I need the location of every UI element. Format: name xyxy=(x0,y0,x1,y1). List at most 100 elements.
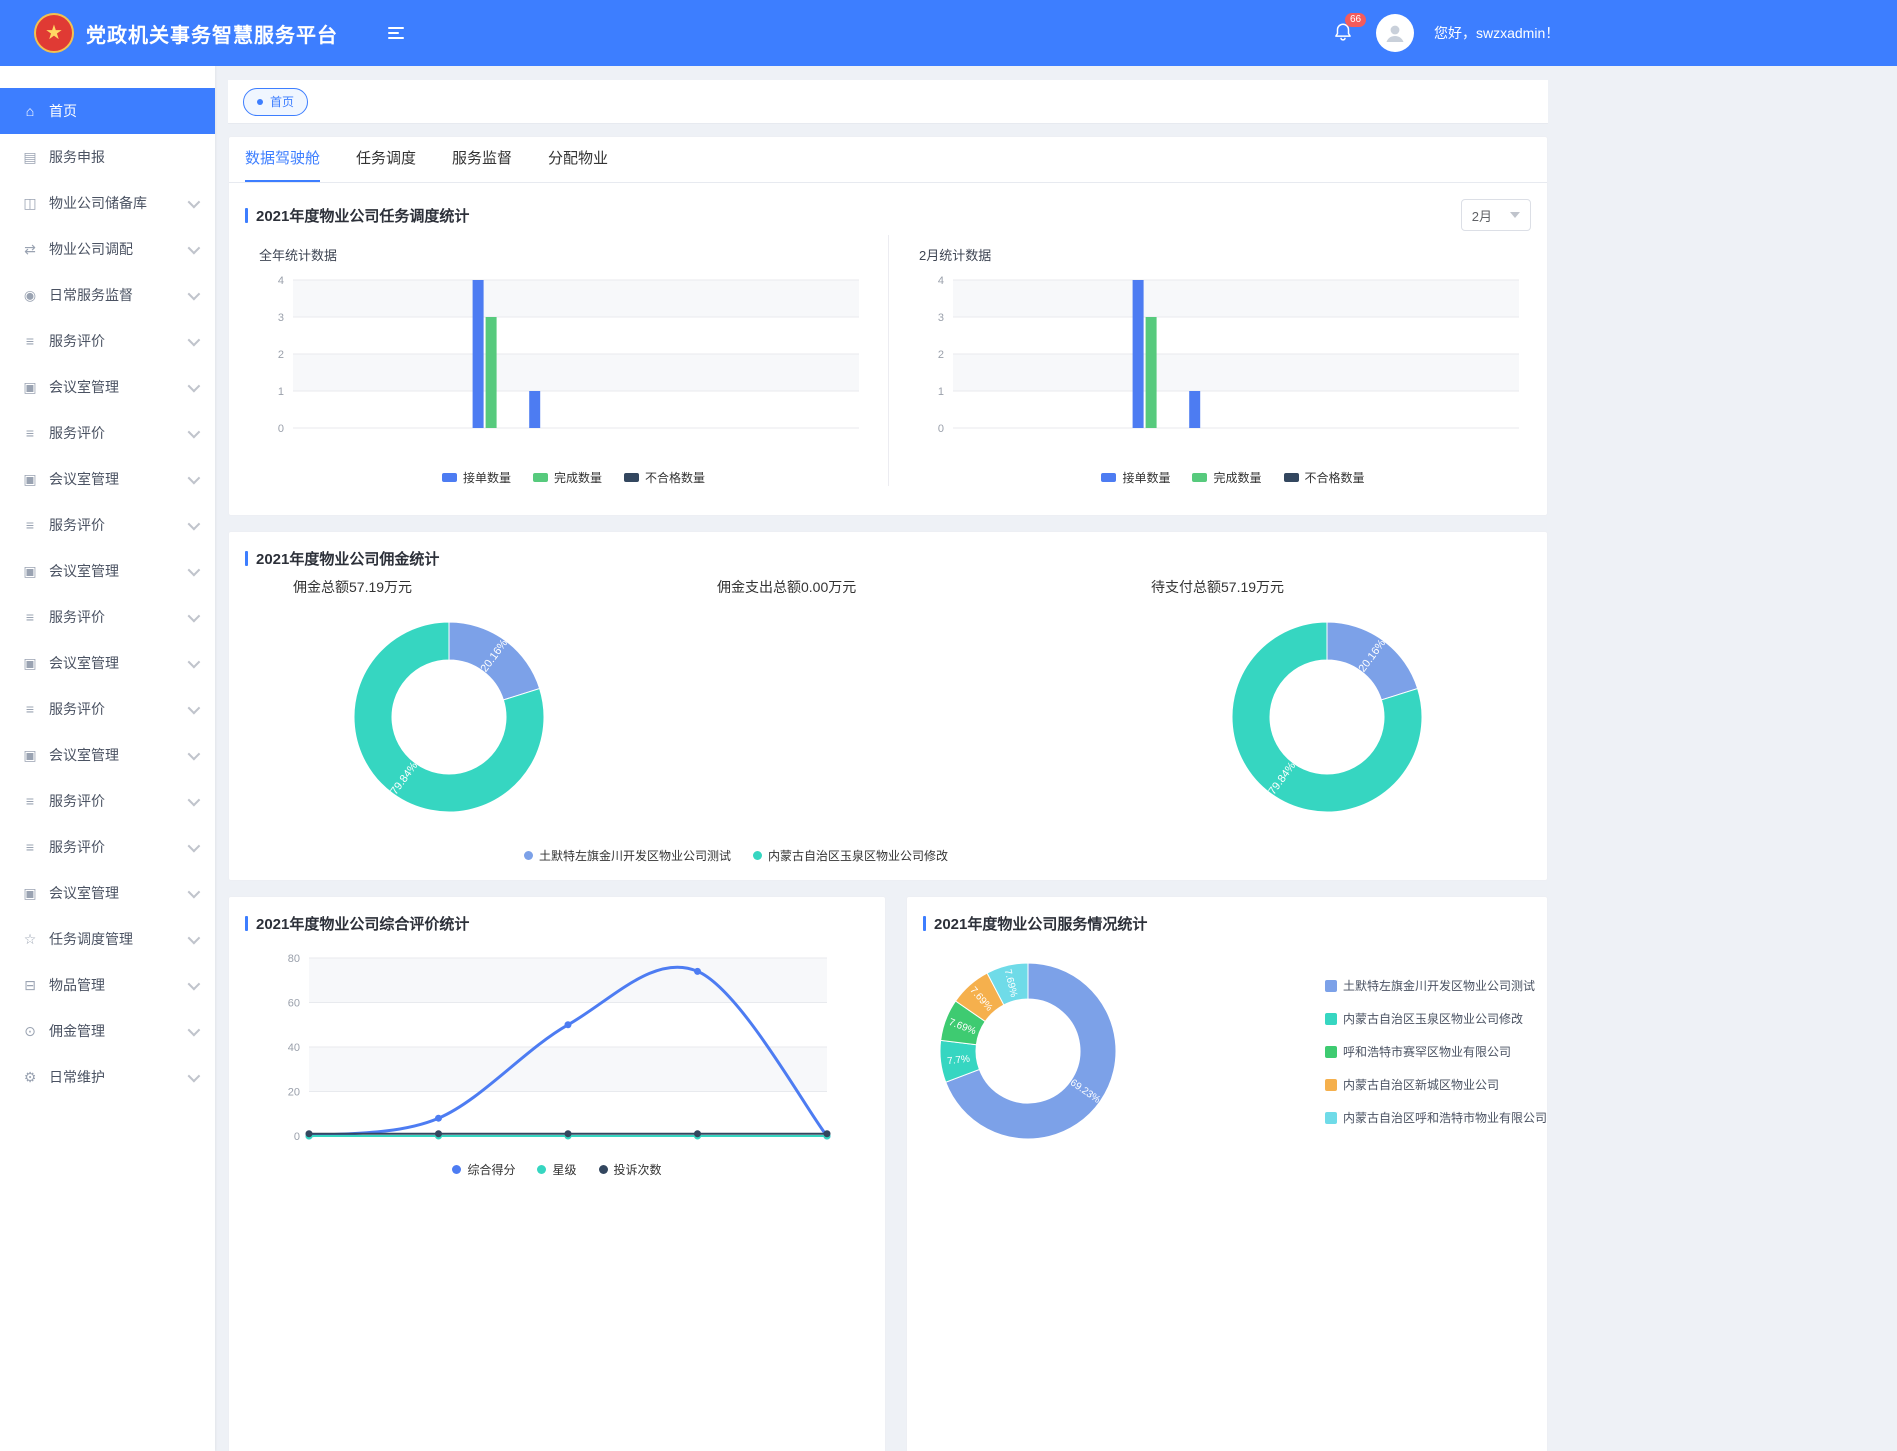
legend-marker-icon xyxy=(1325,980,1337,992)
sidebar-item-label: 日常维护 xyxy=(49,1067,105,1087)
chevron-down-icon xyxy=(188,287,201,300)
top-header: ★ 党政机关事务智慧服务平台 66 您好，swzxadmin！ xyxy=(0,0,1897,66)
legend-item[interactable]: 土默特左旗金川开发区物业公司测试 xyxy=(524,847,731,864)
meeting-icon: ▣ xyxy=(20,655,40,672)
main-content: 首页 数据驾驶舱任务调度服务监督分配物业 2021年度物业公司任务调度统计 2月… xyxy=(215,66,1897,1451)
meeting-icon: ▣ xyxy=(20,471,40,488)
sidebar-item-9[interactable]: ≡服务评价 xyxy=(0,502,215,548)
breadcrumb: 首页 xyxy=(228,80,1548,124)
title-bar-accent xyxy=(245,208,248,223)
sidebar-item-13[interactable]: ≡服务评价 xyxy=(0,686,215,732)
sidebar-item-11[interactable]: ≡服务评价 xyxy=(0,594,215,640)
legend-item[interactable]: 内蒙古自治区玉泉区物业公司修改 xyxy=(753,847,948,864)
sidebar-item-label: 服务评价 xyxy=(49,607,105,627)
sidebar-item-18[interactable]: ☆任务调度管理 xyxy=(0,916,215,962)
legend-marker-icon xyxy=(537,1165,546,1174)
chevron-down-icon xyxy=(188,563,201,576)
legend-item[interactable]: 不合格数量 xyxy=(1284,469,1365,486)
form-icon: ▤ xyxy=(20,149,40,166)
sidebar-item-label: 佣金管理 xyxy=(49,1021,105,1041)
chevron-down-icon xyxy=(188,609,201,622)
chevron-down-icon xyxy=(188,425,201,438)
legend-item[interactable]: 完成数量 xyxy=(1192,469,1261,486)
svg-text:0: 0 xyxy=(278,423,284,435)
svg-text:4: 4 xyxy=(278,275,284,287)
sidebar-item-21[interactable]: ⚙ 日常维护 xyxy=(0,1054,215,1100)
sidebar-item-0[interactable]: ⌂ 首页 xyxy=(0,88,215,134)
tab-3[interactable]: 分配物业 xyxy=(548,137,608,182)
sidebar-item-14[interactable]: ▣会议室管理 xyxy=(0,732,215,778)
legend-label: 星级 xyxy=(552,1161,576,1178)
sidebar-item-6[interactable]: ▣会议室管理 xyxy=(0,364,215,410)
legend-item[interactable]: 内蒙古自治区新城区物业公司 xyxy=(1325,1076,1547,1093)
sidebar-item-label: 服务评价 xyxy=(49,331,105,351)
sliders-icon: ≡ xyxy=(20,333,40,349)
sidebar-item-label: 会议室管理 xyxy=(49,561,119,581)
sidebar-item-8[interactable]: ▣ 会议室管理 xyxy=(0,456,215,502)
commission-stats-card: 2021年度物业公司佣金统计 佣金总额57.19万元 佣金支出总额0.00万元 … xyxy=(228,531,1548,881)
legend-label: 内蒙古自治区玉泉区物业公司修改 xyxy=(768,847,948,864)
chevron-down-icon xyxy=(188,241,201,254)
sidebar-item-label: 服务评价 xyxy=(49,699,105,719)
sidebar-item-10[interactable]: ▣会议室管理 xyxy=(0,548,215,594)
home-icon: ⌂ xyxy=(20,103,40,119)
chevron-down-icon xyxy=(188,655,201,668)
dot-icon xyxy=(257,99,263,105)
legend-item[interactable]: 星级 xyxy=(537,1161,576,1178)
yearly-chart-subtitle: 全年统计数据 xyxy=(259,245,888,264)
sidebar-item-label: 会议室管理 xyxy=(49,653,119,673)
sidebar-item-label: 服务评价 xyxy=(49,791,105,811)
sidebar-item-label: 首页 xyxy=(49,101,77,121)
legend-item[interactable]: 投诉次数 xyxy=(599,1161,662,1178)
sidebar-item-label: 任务调度管理 xyxy=(49,929,133,949)
legend-item[interactable]: 综合得分 xyxy=(452,1161,515,1178)
legend-item[interactable]: 土默特左旗金川开发区物业公司测试 xyxy=(1325,977,1547,994)
sidebar-item-15[interactable]: ≡服务评价 xyxy=(0,778,215,824)
breadcrumb-home-tag[interactable]: 首页 xyxy=(243,88,308,116)
wrench-icon: ⚙ xyxy=(20,1069,40,1086)
chevron-down-icon xyxy=(188,701,201,714)
sidebar-item-3[interactable]: ⇄物业公司调配 xyxy=(0,226,215,272)
month-select-value: 2月 xyxy=(1472,206,1492,225)
legend-item[interactable]: 内蒙古自治区玉泉区物业公司修改 xyxy=(1325,1010,1547,1027)
sidebar-item-1[interactable]: ▤服务申报 xyxy=(0,134,215,180)
sidebar-collapse-icon[interactable] xyxy=(384,23,408,43)
legend-item[interactable]: 完成数量 xyxy=(533,469,602,486)
sidebar-item-20[interactable]: ⊙佣金管理 xyxy=(0,1008,215,1054)
chevron-down-icon xyxy=(188,793,201,806)
sidebar-item-19[interactable]: ⊟物品管理 xyxy=(0,962,215,1008)
user-avatar[interactable] xyxy=(1376,14,1414,52)
legend-marker-icon xyxy=(1284,473,1299,482)
service-stats-card: 2021年度物业公司服务情况统计 69.23%7.7%7.69%7.69%7.6… xyxy=(906,896,1548,1451)
month-select[interactable]: 2月 xyxy=(1461,199,1531,231)
monitor-icon: ◉ xyxy=(20,287,40,304)
svg-text:80: 80 xyxy=(288,953,300,965)
legend-label: 综合得分 xyxy=(467,1161,515,1178)
svg-text:1: 1 xyxy=(938,386,944,398)
legend-item[interactable]: 接单数量 xyxy=(1101,469,1170,486)
sidebar-item-7[interactable]: ≡服务评价 xyxy=(0,410,215,456)
sidebar-item-16[interactable]: ≡服务评价 xyxy=(0,824,215,870)
sidebar-menu: ⌂首页▤服务申报◫物业公司储备库⇄物业公司调配◉日常服务监督≡服务评价▣会议室管… xyxy=(0,66,215,1451)
meeting-icon: ▣ xyxy=(20,747,40,764)
tab-1[interactable]: 任务调度 xyxy=(356,137,416,182)
monthly-chart-subtitle: 2月统计数据 xyxy=(919,245,1547,264)
dispatch-card-title: 2021年度物业公司任务调度统计 xyxy=(245,205,469,226)
legend-item[interactable]: 接单数量 xyxy=(442,469,511,486)
sidebar-item-2[interactable]: ◫物业公司储备库 xyxy=(0,180,215,226)
tab-0[interactable]: 数据驾驶舱 xyxy=(245,137,320,182)
notification-bell-icon[interactable]: 66 xyxy=(1332,20,1356,46)
svg-text:20: 20 xyxy=(288,1087,300,1099)
legend-item[interactable]: 呼和浩特市赛罕区物业有限公司 xyxy=(1325,1043,1547,1060)
sidebar-item-4[interactable]: ◉日常服务监督 xyxy=(0,272,215,318)
legend-label: 内蒙古自治区玉泉区物业公司修改 xyxy=(1343,1010,1523,1027)
sidebar-item-12[interactable]: ▣ 会议室管理 xyxy=(0,640,215,686)
tab-2[interactable]: 服务监督 xyxy=(452,137,512,182)
legend-marker-icon xyxy=(1325,1046,1337,1058)
sidebar-item-label: 会议室管理 xyxy=(49,469,119,489)
commission-paid-stat: 佣金支出总额0.00万元 xyxy=(717,577,856,597)
sidebar-item-17[interactable]: ▣会议室管理 xyxy=(0,870,215,916)
legend-item[interactable]: 内蒙古自治区呼和浩特市物业有限公司 xyxy=(1325,1109,1547,1126)
sidebar-item-5[interactable]: ≡ 服务评价 xyxy=(0,318,215,364)
legend-item[interactable]: 不合格数量 xyxy=(624,469,705,486)
